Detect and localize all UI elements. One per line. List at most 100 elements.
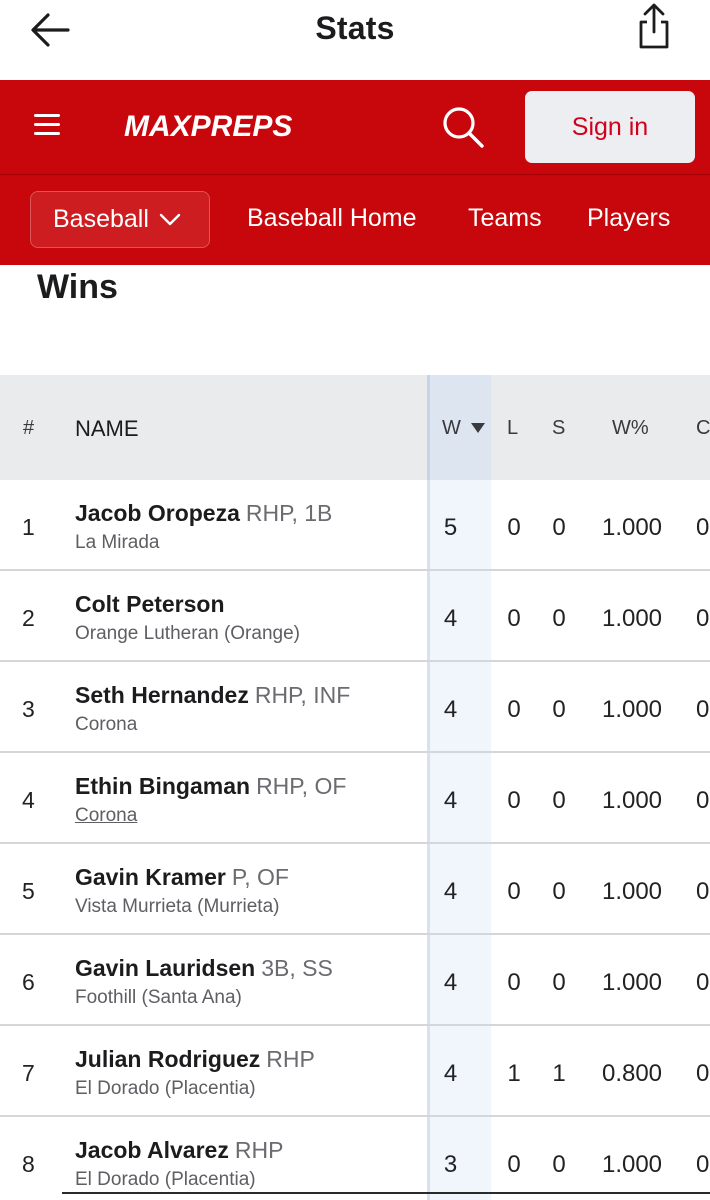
player-name-line[interactable]: Julian Rodriguez RHP — [75, 1046, 315, 1073]
player-school[interactable]: El Dorado (Placentia) — [75, 1078, 256, 1100]
col-losses[interactable]: L — [507, 417, 518, 440]
cell-saves: 0 — [552, 696, 566, 723]
player-school[interactable]: La Mirada — [75, 532, 160, 554]
table-row[interactable]: 7 Julian Rodriguez RHP El Dorado (Placentia… — [0, 1026, 710, 1117]
sport-selector-label: Baseball — [53, 205, 149, 233]
table-header: # NAME W L S W% C — [0, 375, 710, 480]
row-rank: 5 — [22, 878, 35, 904]
cell-losses: 0 — [507, 969, 521, 996]
cell-losses: 0 — [507, 878, 521, 905]
table-row[interactable]: 6 Gavin Lauridsen 3B, SS Foothill (Santa An… — [0, 935, 710, 1026]
player-positions: P, OF — [231, 864, 289, 890]
col-win-pct[interactable]: W% — [612, 417, 649, 440]
cell-next-column: 0 — [696, 605, 710, 632]
col-name[interactable]: NAME — [75, 416, 139, 442]
row-rank: 1 — [22, 514, 35, 540]
menu-icon[interactable] — [34, 112, 62, 136]
player-name[interactable]: Jacob Alvarez — [75, 1137, 229, 1163]
table-row[interactable]: 2 Colt Peterson Orange Lutheran (Orange) 4 0… — [0, 571, 710, 662]
cell-saves: 0 — [552, 514, 566, 541]
site-header: MAXPREPS Sign in Baseball Baseball Home … — [0, 80, 710, 265]
player-name[interactable]: Ethin Bingaman — [75, 773, 250, 799]
cell-next-column: 0 — [696, 878, 710, 905]
cell-saves: 1 — [552, 1060, 566, 1087]
nav-teams[interactable]: Teams — [468, 204, 542, 233]
player-name-line[interactable]: Jacob Oropeza RHP, 1B — [75, 500, 332, 527]
table-row[interactable]: 8 Jacob Alvarez RHP El Dorado (Placentia) 3 0… — [0, 1117, 710, 1200]
player-school[interactable]: El Dorado (Placentia) — [75, 1169, 256, 1191]
cell-next-column: 0 — [696, 514, 710, 541]
row-rank: 4 — [22, 787, 35, 813]
player-name-line[interactable]: Ethin Bingaman RHP, OF — [75, 773, 346, 800]
player-name[interactable]: Gavin Lauridsen — [75, 955, 255, 981]
cell-wins: 4 — [443, 696, 458, 723]
share-icon[interactable] — [628, 2, 680, 52]
player-positions: RHP — [266, 1046, 315, 1072]
player-school[interactable]: Corona — [75, 805, 137, 827]
player-name[interactable]: Colt Peterson — [75, 591, 225, 617]
nav-players[interactable]: Players — [587, 204, 670, 233]
home-indicator-edge — [62, 1192, 710, 1194]
row-rank: 3 — [22, 696, 35, 722]
cell-saves: 0 — [552, 787, 566, 814]
player-positions: RHP, 1B — [245, 500, 333, 526]
cell-losses: 0 — [507, 696, 521, 723]
cell-win-pct: 1.000 — [601, 696, 663, 723]
brand-wordmark: MAXPREPS — [124, 110, 292, 143]
stats-table: # NAME W L S W% C 1 Jacob Oropeza RHP, 1B L… — [0, 375, 710, 1200]
row-rank: 6 — [22, 969, 35, 995]
table-row[interactable]: 5 Gavin Kramer P, OF Vista Murrieta (Murrie… — [0, 844, 710, 935]
section-title: Wins — [37, 268, 118, 306]
player-name[interactable]: Seth Hernandez — [75, 682, 249, 708]
cell-win-pct: 1.000 — [601, 878, 663, 905]
player-name[interactable]: Julian Rodriguez — [75, 1046, 260, 1072]
cell-next-column: 0 — [696, 696, 710, 723]
cell-win-pct: 1.000 — [601, 605, 663, 632]
cell-next-column: 0 — [696, 1060, 710, 1087]
col-rank[interactable]: # — [23, 417, 34, 440]
table-row[interactable]: 4 Ethin Bingaman RHP, OF Corona 4 0 0 1.000 0 — [0, 753, 710, 844]
col-next[interactable]: C — [696, 417, 710, 440]
cell-losses: 0 — [507, 1151, 521, 1178]
player-school[interactable]: Vista Murrieta (Murrieta) — [75, 896, 279, 918]
player-name-line[interactable]: Seth Hernandez RHP, INF — [75, 682, 350, 709]
table-row[interactable]: 3 Seth Hernandez RHP, INF Corona 4 0 0 1.000 0 — [0, 662, 710, 753]
player-name-line[interactable]: Gavin Kramer P, OF — [75, 864, 289, 891]
player-name-line[interactable]: Colt Peterson — [75, 591, 231, 618]
cell-losses: 0 — [507, 787, 521, 814]
cell-wins: 4 — [443, 969, 458, 996]
player-school[interactable]: Orange Lutheran (Orange) — [75, 623, 300, 645]
cell-next-column: 0 — [696, 1151, 710, 1178]
app-bar: Stats — [0, 0, 710, 78]
page-title: Stats — [315, 10, 395, 46]
cell-saves: 0 — [552, 969, 566, 996]
cell-win-pct: 1.000 — [601, 787, 663, 814]
player-school[interactable]: Foothill (Santa Ana) — [75, 987, 242, 1009]
sport-selector[interactable]: Baseball — [30, 191, 210, 248]
nav-baseball-home[interactable]: Baseball Home — [247, 204, 417, 233]
cell-win-pct: 1.000 — [601, 969, 663, 996]
cell-next-column: 0 — [696, 787, 710, 814]
player-name-line[interactable]: Jacob Alvarez RHP — [75, 1137, 283, 1164]
col-saves[interactable]: S — [552, 417, 565, 440]
player-name[interactable]: Jacob Oropeza — [75, 500, 240, 526]
row-rank: 2 — [22, 605, 35, 631]
player-name-line[interactable]: Gavin Lauridsen 3B, SS — [75, 955, 333, 982]
player-name[interactable]: Gavin Kramer — [75, 864, 226, 890]
row-rank: 7 — [22, 1060, 35, 1086]
table-row[interactable]: 1 Jacob Oropeza RHP, 1B La Mirada 5 0 0 1.000 0 — [0, 480, 710, 571]
cell-losses: 0 — [507, 514, 521, 541]
cell-wins: 4 — [443, 787, 458, 814]
chevron-down-icon — [159, 213, 181, 225]
cell-win-pct: 0.800 — [601, 1060, 663, 1087]
cell-wins: 4 — [443, 1060, 458, 1087]
cell-win-pct: 1.000 — [601, 1151, 663, 1178]
cell-losses: 1 — [507, 1060, 521, 1087]
player-school[interactable]: Corona — [75, 714, 137, 736]
sign-in-button[interactable]: Sign in — [525, 91, 695, 163]
search-icon[interactable] — [438, 102, 488, 152]
player-positions: 3B, SS — [261, 955, 333, 981]
cell-wins: 5 — [443, 514, 458, 541]
maxpreps-logo[interactable]: MAXPREPS — [124, 102, 292, 154]
col-wins[interactable]: W — [442, 417, 486, 440]
